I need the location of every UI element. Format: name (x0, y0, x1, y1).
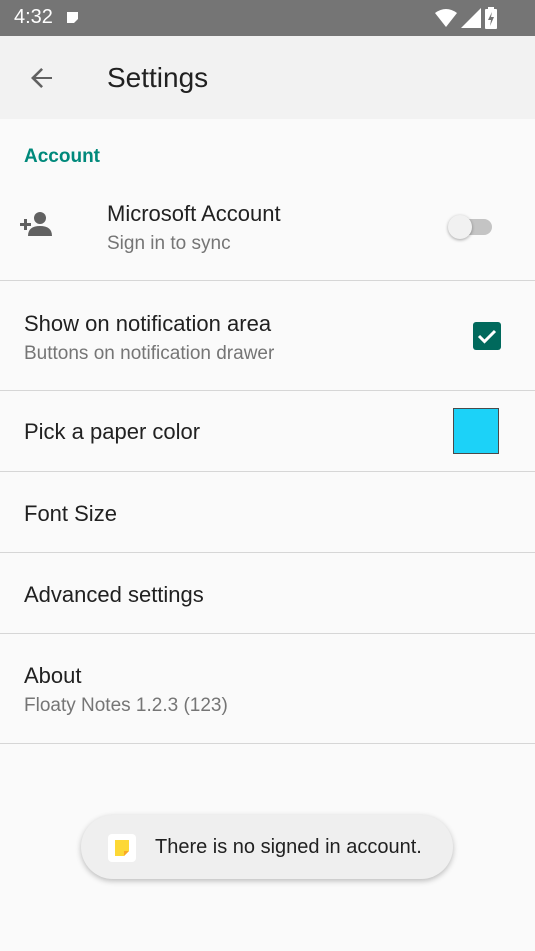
about-row[interactable]: About Floaty Notes 1.2.3 (123) (0, 634, 535, 744)
toast-message: There is no signed in account. (155, 836, 422, 858)
paper-color-row[interactable]: Pick a paper color (0, 391, 535, 472)
advanced-settings-label: Advanced settings (24, 582, 204, 607)
microsoft-account-switch[interactable] (448, 215, 494, 239)
notes-notification-icon (67, 12, 78, 23)
font-size-label: Font Size (24, 501, 117, 526)
arrow-back-icon[interactable] (22, 58, 62, 98)
check-icon (477, 329, 497, 344)
person-add-icon (20, 212, 52, 236)
microsoft-account-summary: Sign in to sync (107, 233, 231, 254)
account-section-title: Account (24, 146, 100, 167)
notification-area-checkbox[interactable] (473, 322, 501, 350)
paper-color-swatch[interactable] (453, 408, 499, 454)
wifi-icon (435, 9, 457, 27)
advanced-settings-row[interactable]: Advanced settings (0, 553, 535, 634)
about-label: About (24, 663, 82, 688)
toast: There is no signed in account. (81, 815, 453, 879)
cell-signal-icon (461, 8, 481, 28)
page-title: Settings (107, 62, 209, 93)
microsoft-account-label: Microsoft Account (107, 201, 281, 226)
app-bar: Settings (0, 36, 535, 119)
status-bar: 4:32 (0, 0, 535, 36)
status-icons (435, 7, 497, 29)
paper-color-label: Pick a paper color (24, 419, 201, 444)
microsoft-account-row[interactable]: Microsoft Account Sign in to sync (0, 182, 535, 281)
app-icon (108, 834, 136, 862)
switch-thumb (448, 215, 472, 239)
about-version: Floaty Notes 1.2.3 (123) (24, 695, 228, 716)
notification-area-summary: Buttons on notification drawer (24, 343, 275, 364)
notification-area-row[interactable]: Show on notification area Buttons on not… (0, 282, 535, 391)
status-time: 4:32 (14, 6, 53, 28)
battery-charging-icon (485, 7, 497, 29)
font-size-row[interactable]: Font Size (0, 472, 535, 553)
notification-area-label: Show on notification area (24, 311, 272, 336)
